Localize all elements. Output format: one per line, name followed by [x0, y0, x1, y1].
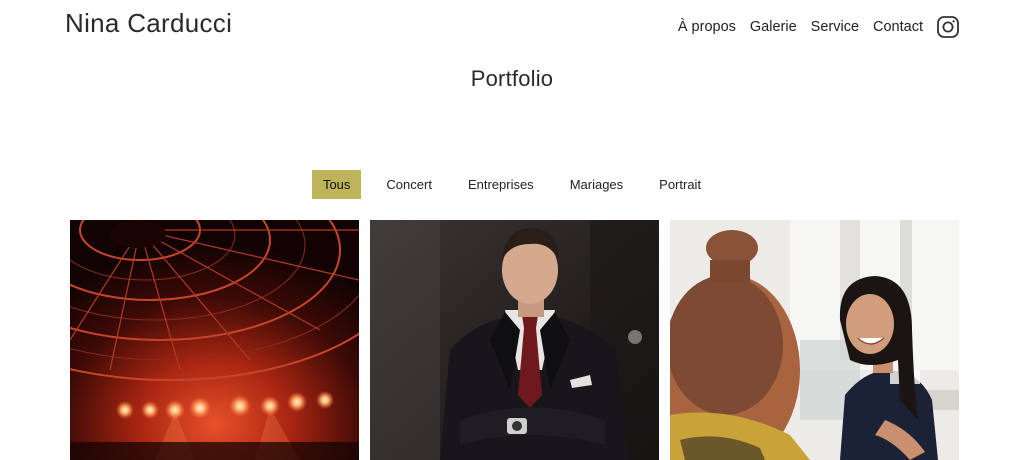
filter-concert[interactable]: Concert: [375, 170, 443, 199]
site-title[interactable]: Nina Carducci: [65, 8, 232, 39]
gallery-item-office-woman[interactable]: [670, 220, 959, 460]
nav-link-a-propos[interactable]: À propos: [678, 19, 736, 35]
page: Nina Carducci À propos Galerie Service C…: [0, 0, 1024, 460]
instagram-icon[interactable]: [936, 15, 960, 39]
gallery-filters: Tous Concert Entreprises Mariages Portra…: [0, 170, 1024, 199]
gallery-item-businessman[interactable]: [370, 220, 659, 460]
gallery-item-concert[interactable]: [70, 220, 359, 460]
smiling-woman-office-photo: [670, 220, 959, 460]
filter-portrait[interactable]: Portrait: [648, 170, 712, 199]
concert-stage-photo: [70, 220, 359, 460]
portfolio-title: Portfolio: [470, 66, 554, 91]
filter-mariages[interactable]: Mariages: [559, 170, 634, 199]
gallery-grid: [70, 220, 960, 460]
businessman-portrait-photo: [370, 220, 659, 460]
filter-entreprises[interactable]: Entreprises: [457, 170, 545, 199]
nav-link-service[interactable]: Service: [811, 19, 859, 35]
nav-link-galerie[interactable]: Galerie: [750, 19, 797, 35]
filter-tous[interactable]: Tous: [311, 170, 362, 199]
nav-link-contact[interactable]: Contact: [873, 19, 923, 35]
main-nav: À propos Galerie Service Contact: [678, 15, 960, 39]
